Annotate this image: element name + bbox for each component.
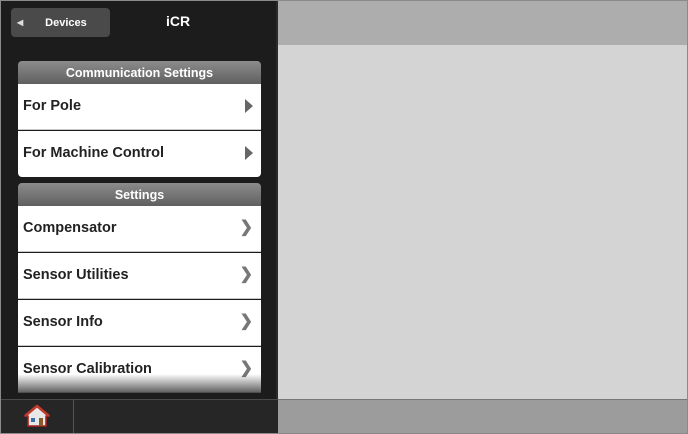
chevron-right-icon: ❯ — [239, 219, 253, 236]
list-item-label: Compensator — [23, 220, 117, 236]
chevron-right-icon: ❯ — [239, 313, 253, 330]
triangle-right-icon — [245, 146, 253, 160]
list-item-label: Sensor Utilities — [23, 267, 129, 283]
list-item-for-pole[interactable]: For Pole — [18, 84, 261, 130]
list-item-compensator[interactable]: Compensator ❯ — [18, 206, 261, 252]
main-footer-bar — [278, 399, 687, 433]
back-button[interactable]: ◀ Devices — [11, 8, 110, 37]
home-button[interactable] — [1, 399, 74, 433]
settings-list[interactable]: Communication Settings For Pole For Mach… — [1, 58, 277, 399]
list-item-label: For Pole — [23, 98, 82, 114]
back-button-label: Devices — [45, 16, 87, 29]
triangle-left-icon: ◀ — [17, 18, 24, 27]
group-header-communication-settings: Communication Settings — [18, 61, 261, 84]
list-item-sensor-info[interactable]: Sensor Info ❯ — [18, 300, 261, 346]
sidebar: ◀ Devices iCR Communication Settings For… — [1, 1, 277, 399]
list-item-label: Sensor Info — [23, 314, 103, 330]
app-window: ◀ Devices iCR Communication Settings For… — [0, 0, 688, 434]
list-item-label: For Machine Control — [23, 145, 164, 161]
list-item-for-machine-control[interactable]: For Machine Control — [18, 131, 261, 177]
page-title: iCR — [166, 13, 191, 29]
chevron-right-icon: ❯ — [239, 266, 253, 283]
list-item-sensor-utilities[interactable]: Sensor Utilities ❯ — [18, 253, 261, 299]
scroll-fade — [18, 374, 261, 399]
home-icon — [24, 404, 50, 427]
main-content-area — [278, 45, 687, 399]
triangle-right-icon — [245, 99, 253, 113]
main-header-bar — [278, 1, 687, 45]
group-header-settings: Settings — [18, 183, 261, 206]
